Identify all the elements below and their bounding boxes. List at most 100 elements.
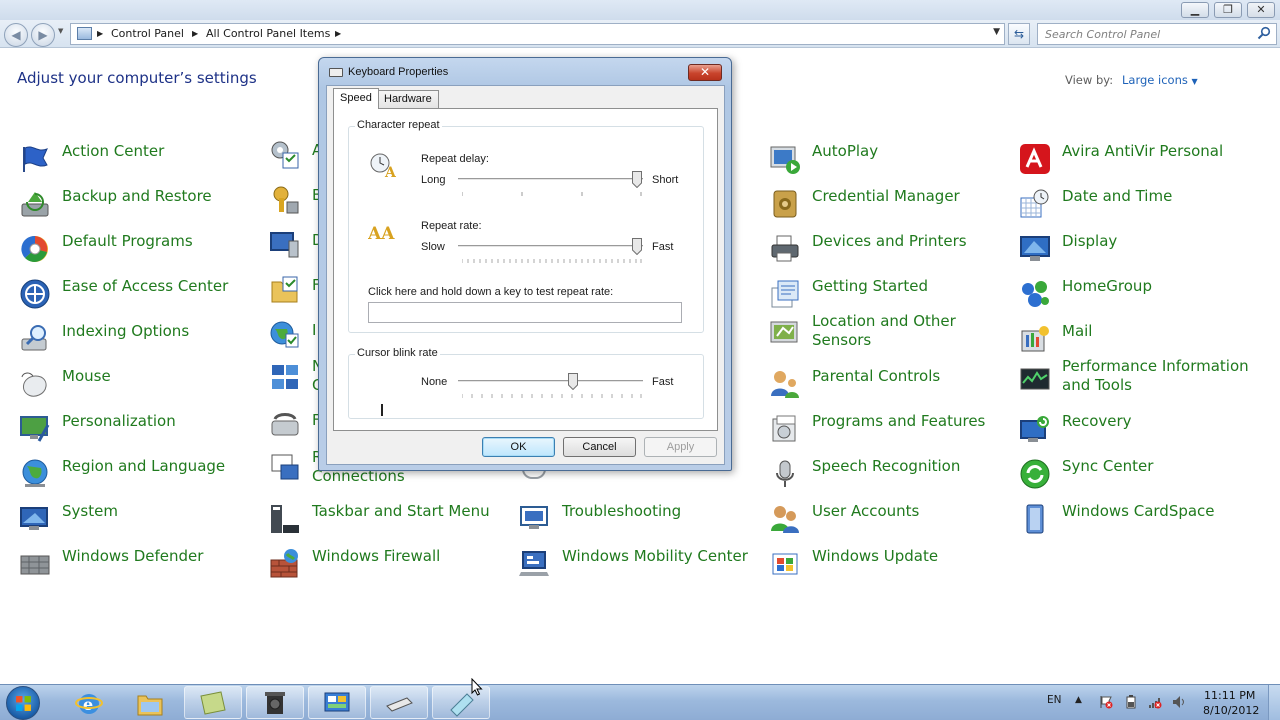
network-icon[interactable] <box>1148 695 1162 709</box>
cp-item-windows-update[interactable]: Windows Update <box>769 546 1009 584</box>
cp-item-indexing-options[interactable]: Indexing Options <box>19 321 259 359</box>
cp-item-windows-firewall[interactable]: Windows Firewall <box>269 546 509 584</box>
cp-item-label[interactable]: Programs and Features <box>812 412 985 431</box>
blink-rate-slider-thumb[interactable] <box>567 373 578 390</box>
admin-tools-icon[interactable] <box>269 139 301 171</box>
cp-item-speech-recognition[interactable]: Speech Recognition <box>769 456 1009 494</box>
cp-item-label[interactable]: Backup and Restore <box>62 187 212 206</box>
cp-item-credential-manager[interactable]: Credential Manager <box>769 186 1009 224</box>
view-by-dropdown[interactable]: Large icons ▼ <box>1122 73 1198 87</box>
search-icon[interactable] <box>1257 26 1271 40</box>
clock-date[interactable]: 8/10/2012 <box>1203 704 1259 717</box>
cp-item-windows-cardspace[interactable]: Windows CardSpace <box>1019 501 1259 539</box>
cp-item-label[interactable]: Region and Language <box>62 457 225 476</box>
search-input[interactable] <box>1038 24 1248 44</box>
clock-time[interactable]: 11:11 PM <box>1204 689 1255 702</box>
cp-item-windows-defender[interactable]: Windows Defender <box>19 546 259 584</box>
device-manager-icon[interactable] <box>269 229 301 261</box>
taskbar-keyboard-button[interactable] <box>370 686 428 719</box>
cp-item-personalization[interactable]: Personalization <box>19 411 259 449</box>
cp-item-sync-center[interactable]: Sync Center <box>1019 456 1259 494</box>
cp-item-recovery[interactable]: Recovery <box>1019 411 1259 449</box>
cp-item-label[interactable]: Indexing Options <box>62 322 189 341</box>
battery-icon[interactable] <box>1124 695 1138 709</box>
cp-item-label[interactable]: Parental Controls <box>812 367 940 386</box>
cp-item-label[interactable]: Recovery <box>1062 412 1132 431</box>
cp-item-partial-label[interactable]: I <box>312 321 316 340</box>
cp-item-date-and-time[interactable]: Date and Time <box>1019 186 1259 224</box>
cp-item-system[interactable]: System <box>19 501 259 539</box>
cp-item-action-center[interactable]: Action Center <box>19 141 259 179</box>
cp-item-homegroup[interactable]: HomeGroup <box>1019 276 1259 314</box>
repeat-delay-slider-track[interactable] <box>458 178 643 181</box>
cp-item-backup-and-restore[interactable]: Backup and Restore <box>19 186 259 224</box>
cp-item-default-programs[interactable]: Default Programs <box>19 231 259 269</box>
forward-button[interactable]: ▶ <box>31 23 55 47</box>
blink-rate-slider-track[interactable] <box>458 380 643 383</box>
cp-item-user-accounts[interactable]: User Accounts <box>769 501 1009 539</box>
cp-item-mouse[interactable]: Mouse <box>19 366 259 404</box>
back-button[interactable]: ◀ <box>4 23 28 47</box>
cp-item-location-and-other-sensors[interactable]: Location and Other Sensors <box>769 312 1009 356</box>
action-center-flag-icon[interactable] <box>1099 695 1113 709</box>
cp-item-label[interactable]: Ease of Access Center <box>62 277 228 296</box>
address-bar[interactable]: ▶ Control Panel ▶ All Control Panel Item… <box>70 23 1005 45</box>
cp-item-label[interactable]: Windows Firewall <box>312 547 440 566</box>
cp-item-label[interactable]: AutoPlay <box>812 142 878 161</box>
show-hidden-icons-icon[interactable]: ▲ <box>1075 695 1089 709</box>
cp-item-label[interactable]: HomeGroup <box>1062 277 1152 296</box>
cp-item-label[interactable]: Location and Other Sensors <box>812 312 1002 350</box>
tab-speed[interactable]: Speed <box>333 88 379 109</box>
cp-item-label[interactable]: Performance Information and Tools <box>1062 357 1252 395</box>
cp-item-label[interactable]: Windows CardSpace <box>1062 502 1215 521</box>
cp-item-troubleshooting[interactable]: Troubleshooting <box>519 501 759 539</box>
cancel-button[interactable]: Cancel <box>563 437 636 457</box>
cp-item-label[interactable]: Mouse <box>62 367 111 386</box>
view-by-value[interactable]: Large icons <box>1122 73 1188 87</box>
cp-item-label[interactable]: Devices and Printers <box>812 232 967 251</box>
cp-item-label[interactable]: Avira AntiVir Personal <box>1062 142 1223 161</box>
chevron-right-icon[interactable]: ▶ <box>335 29 341 38</box>
ok-button[interactable]: OK <box>482 437 555 457</box>
language-indicator[interactable]: EN <box>1047 694 1062 706</box>
cp-item-devices-and-printers[interactable]: Devices and Printers <box>769 231 1009 269</box>
cp-item-label[interactable]: Troubleshooting <box>562 502 681 521</box>
show-desktop-button[interactable] <box>1268 685 1280 720</box>
repeat-rate-slider-track[interactable] <box>458 245 643 248</box>
taskbar-control-panel-button[interactable] <box>308 686 366 719</box>
volume-icon[interactable] <box>1172 695 1186 709</box>
cp-item-getting-started[interactable]: Getting Started <box>769 276 1009 314</box>
chevron-right-icon[interactable]: ▶ <box>192 29 198 38</box>
tab-hardware[interactable]: Hardware <box>377 90 439 109</box>
cp-item-label[interactable]: Credential Manager <box>812 187 960 206</box>
chevron-down-icon[interactable]: ▼ <box>1192 77 1198 86</box>
chevron-right-icon[interactable]: ▶ <box>97 29 103 38</box>
cp-item-label[interactable]: Windows Mobility Center <box>562 547 748 566</box>
phone-modem-icon[interactable] <box>269 409 301 441</box>
cp-item-parental-controls[interactable]: Parental Controls <box>769 366 1009 404</box>
cp-item-label[interactable]: System <box>62 502 118 521</box>
cp-item-label[interactable]: Personalization <box>62 412 176 431</box>
internet-options-icon[interactable] <box>269 319 301 351</box>
taskbar-ie-button[interactable]: e <box>60 686 118 719</box>
test-repeat-input[interactable] <box>368 302 682 323</box>
cp-item-taskbar-and-start-menu[interactable]: Taskbar and Start Menu <box>269 501 509 539</box>
apply-button[interactable]: Apply <box>644 437 717 457</box>
bitlocker-icon[interactable] <box>269 184 301 216</box>
repeat-delay-slider-thumb[interactable] <box>632 171 642 188</box>
cp-item-label[interactable]: Date and Time <box>1062 187 1172 206</box>
address-dropdown-icon[interactable]: ▼ <box>993 27 1000 37</box>
cp-item-label[interactable]: Display <box>1062 232 1117 251</box>
cp-item-mail[interactable]: Mail <box>1019 321 1259 359</box>
refresh-button[interactable]: ⇆ <box>1008 23 1030 45</box>
cp-item-label[interactable]: User Accounts <box>812 502 919 521</box>
taskbar-notes-button[interactable] <box>184 686 242 719</box>
folder-options-icon[interactable] <box>269 274 301 306</box>
cp-item-avira-antivir[interactable]: Avira AntiVir Personal <box>1019 141 1259 179</box>
minimize-button[interactable]: ▁ <box>1181 2 1209 18</box>
remoteapp-icon[interactable] <box>269 452 301 484</box>
breadcrumb-control-panel[interactable]: Control Panel <box>111 27 184 40</box>
cp-item-region-and-language[interactable]: Region and Language <box>19 456 259 494</box>
taskbar-explorer-button[interactable] <box>121 686 179 719</box>
cp-item-autoplay[interactable]: AutoPlay <box>769 141 1009 179</box>
